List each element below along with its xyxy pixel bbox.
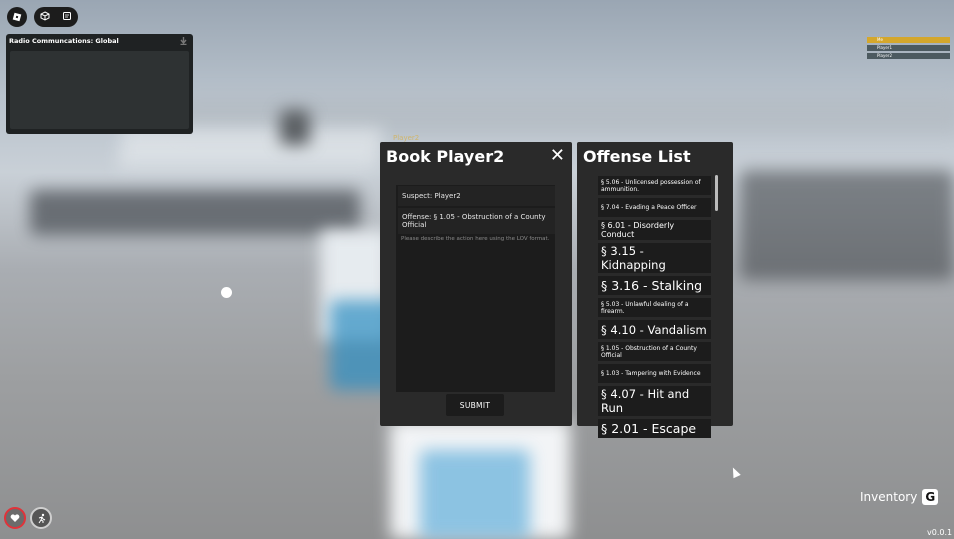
offense-item[interactable]: § 6.01 - Disorderly Conduct [598,220,711,240]
chat-icon [63,11,71,20]
book-form: Suspect: Player2 Offense: § 1.05 - Obstr… [396,185,555,392]
roblox-menu-button[interactable] [7,7,27,27]
offense-field[interactable]: Offense: § 1.05 - Obstruction of a Count… [398,208,555,234]
close-button[interactable]: ✕ [550,145,565,166]
player-list-row[interactable]: Player1 [867,45,950,51]
radio-panel: Radio Communcations: Global [6,34,193,134]
radio-title: Radio Communcations: Global [9,37,119,45]
sprint-button[interactable] [30,507,52,529]
offense-item[interactable]: § 7.04 - Evading a Peace Officer [598,198,711,217]
radio-messages [10,51,189,129]
offense-list-panel: Offense List § 5.06 - Unlicensed possess… [577,142,733,438]
backpack-button[interactable] [40,10,50,24]
top-bar-pill [34,7,78,27]
offense-item[interactable]: § 3.16 - Stalking [598,276,711,295]
scene-avatar [280,110,310,145]
player-nametag: Player2 [393,134,420,142]
inventory-hint[interactable]: Inventory G [860,489,939,505]
inventory-key: G [922,489,939,505]
player-list-row[interactable]: Me [867,37,950,43]
player-list-row[interactable]: Player2 [867,53,950,59]
heart-icon [10,514,20,522]
book-title: Book Player2 [386,147,505,166]
offense-item[interactable]: § 5.06 - Unlicensed possession of ammuni… [598,176,711,195]
crosshair-dot [221,287,232,298]
cube-icon [40,10,50,21]
offense-list-scrollbar[interactable] [715,175,718,211]
radio-header: Radio Communcations: Global [6,34,193,48]
player-list: Me Player1 Player2 [867,37,950,61]
running-icon [38,513,45,523]
scene-building-sign [117,128,383,168]
book-panel: Book Player2 ✕ Suspect: Player2 Offense:… [380,142,572,426]
roblox-logo-icon [12,12,22,22]
scene-road [740,170,954,280]
mouse-cursor-icon [729,465,741,479]
health-button[interactable] [4,507,26,529]
offense-item[interactable]: § 3.15 - Kidnapping [598,243,711,273]
offense-list: § 5.06 - Unlicensed possession of ammuni… [598,176,711,441]
download-icon[interactable] [180,37,187,45]
close-icon: ✕ [549,145,565,166]
description-input[interactable]: Please describe the action here using th… [398,234,555,244]
offense-list-title: Offense List [583,147,691,166]
offense-item[interactable]: § 1.05 - Obstruction of a County Officia… [598,342,711,361]
offense-item[interactable]: § 5.03 - Unlawful dealing of a firearm. [598,298,711,317]
scene-blue-window [420,450,530,539]
offense-item[interactable]: § 4.07 - Hit and Run [598,386,711,416]
offense-item[interactable]: § 2.01 - Escape [598,419,711,438]
scene-ramp [30,190,360,235]
submit-button[interactable]: SUBMIT [446,394,504,416]
version-label: v0.0.1 [927,528,953,537]
suspect-field: Suspect: Player2 [398,186,555,206]
offense-item[interactable]: § 4.10 - Vandalism [598,320,711,339]
offense-item[interactable]: § 1.03 - Tampering with Evidence [598,364,711,383]
inventory-label: Inventory [860,490,918,504]
chat-button[interactable] [62,11,72,24]
